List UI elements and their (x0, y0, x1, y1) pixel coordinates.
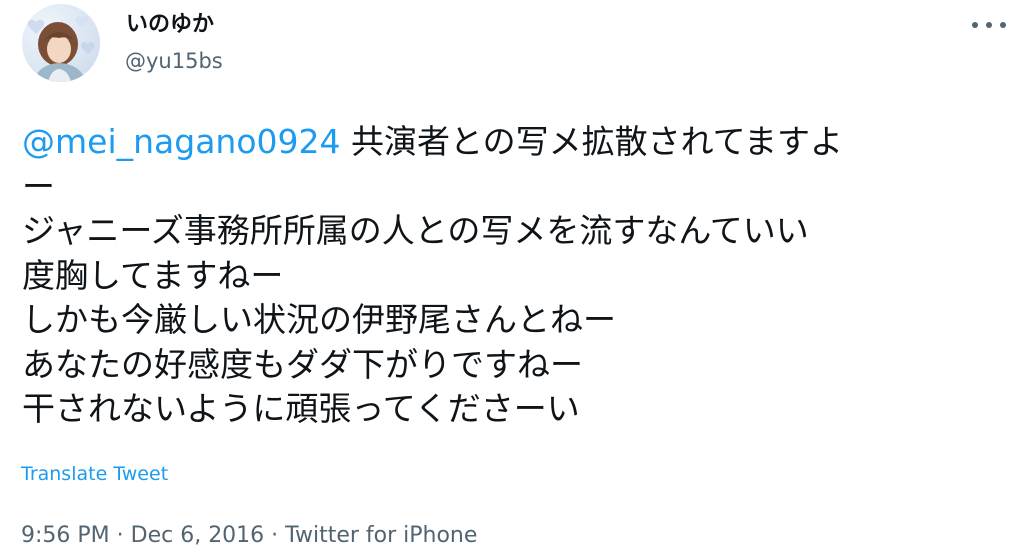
mention-link[interactable]: @mei_nagano0924 (22, 122, 341, 161)
author-handle[interactable]: @yu15bs (125, 48, 223, 74)
tweet-line: ジャニーズ事務所所属の人との写メを流すなんていい (22, 211, 809, 250)
tweet-meta: 9:56 PM · Dec 6, 2016 · Twitter for iPho… (21, 522, 477, 550)
tweet-date[interactable]: Dec 6, 2016 (131, 523, 265, 548)
more-dot (972, 22, 978, 28)
tweet-time[interactable]: 9:56 PM (21, 523, 110, 548)
tweet-text: @mei_nagano0924 共演者との写メ拡散されてますよ ー ジャニーズ事… (22, 120, 1012, 432)
avatar[interactable] (22, 4, 100, 82)
tweet-card: いのゆか @yu15bs @mei_nagano0924 共演者との写メ拡散され… (0, 0, 1024, 559)
tweet-line: 干されないように頑張ってくださーい (22, 389, 580, 428)
tweet-source[interactable]: Twitter for iPhone (285, 523, 477, 548)
tweet-line: 度胸してますねー (22, 255, 284, 295)
author-display-name[interactable]: いのゆか (126, 12, 214, 38)
meta-separator: · (264, 523, 286, 548)
tweet-line: あなたの好感度もダダ下がりですねー (22, 344, 583, 384)
tweet-line: しかも今厳しい状況の伊野尾さんとねー (22, 300, 616, 339)
tweet-line: ー (22, 166, 55, 206)
tweet-line-text: 共演者との写メ拡散されてますよ (340, 122, 844, 161)
more-horizontal-icon[interactable] (972, 14, 1006, 36)
more-dot (986, 22, 992, 28)
user-avatar-icon (27, 16, 95, 82)
meta-separator: · (109, 523, 131, 548)
translate-tweet-link[interactable]: Translate Tweet (21, 462, 168, 486)
tweet-line: @mei_nagano0924 共演者との写メ拡散されてますよ (22, 120, 1012, 165)
more-dot (1000, 22, 1006, 28)
